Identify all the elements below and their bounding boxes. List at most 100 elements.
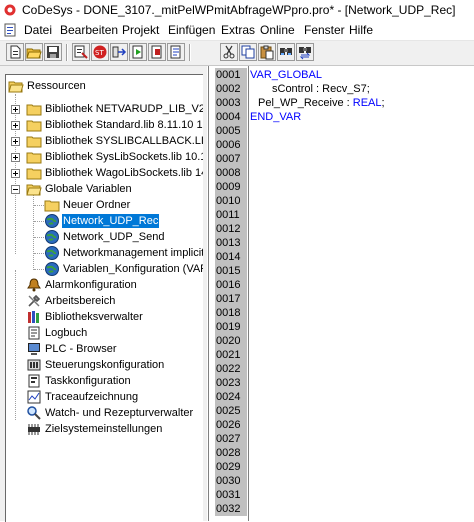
globe-icon (45, 262, 59, 276)
resource-tree[interactable]: Ressourcen Bibliothek NETVARUDP_LIB_V23.… (5, 74, 203, 522)
run-button[interactable] (129, 43, 147, 61)
line-number: 0031 (215, 488, 247, 502)
tree-item-label: Bibliothek WagoLibSockets.lib 14.5.1 (45, 167, 203, 179)
code-line-2[interactable]: sControl : Recv_S7; (272, 82, 370, 96)
globe-icon (45, 246, 59, 260)
cut-button[interactable] (220, 43, 238, 61)
line-number: 0013 (215, 236, 247, 250)
menu-projekt[interactable]: Projekt (122, 23, 159, 37)
tree-item-label: Traceaufzeichnung (45, 391, 139, 403)
expand-toggle[interactable] (11, 105, 20, 114)
line-number: 0012 (215, 222, 247, 236)
copy-icon (241, 45, 255, 59)
build-icon (74, 45, 88, 59)
tree-item-label: Logbuch (45, 327, 88, 339)
tree-item-label: Arbeitsbereich (45, 295, 116, 307)
save-button[interactable] (44, 43, 62, 61)
controller-config-icon (27, 359, 41, 371)
tree-line (15, 270, 16, 420)
line-number: 0016 (215, 278, 247, 292)
document-icon[interactable] (3, 23, 17, 37)
expand-toggle[interactable] (11, 137, 20, 146)
task-config-icon (28, 374, 40, 388)
menu-extras[interactable]: Extras (221, 23, 255, 37)
folder-open-icon (26, 184, 42, 196)
menu-online[interactable]: Online (260, 23, 295, 37)
find-button[interactable] (277, 43, 295, 61)
open-button[interactable] (25, 43, 43, 61)
cut-icon (223, 45, 235, 59)
expand-toggle[interactable] (11, 169, 20, 178)
expand-toggle[interactable] (11, 153, 20, 162)
code-identifier: Pel_WP_Receive : (258, 97, 353, 109)
tree-item-label: Bibliothek SysLibSockets.lib 10.12.19 (45, 151, 203, 163)
title-bar: CoDeSys - DONE_3107._mitPelWPmitAbfrageW… (0, 0, 474, 21)
menu-datei[interactable]: Datei (24, 23, 52, 37)
open-icon (26, 48, 42, 59)
editor-pane[interactable]: 0001 0002 0003 0004 0005 0006 0007 0008 0009 0010… (208, 66, 474, 521)
globe-icon (45, 214, 59, 228)
login-icon: ST (93, 45, 107, 59)
build-button[interactable] (72, 43, 90, 61)
copy-button[interactable] (239, 43, 257, 61)
code-line-4[interactable]: END_VAR (250, 110, 301, 124)
line-number: 0002 (215, 82, 247, 96)
expand-toggle[interactable] (11, 121, 20, 130)
tree-line (33, 190, 34, 270)
folder-icon (44, 200, 60, 212)
line-number: 0018 (215, 306, 247, 320)
line-number: 0004 (215, 110, 247, 124)
codesys-app-icon[interactable] (3, 3, 17, 17)
line-number: 0021 (215, 348, 247, 362)
stop-button[interactable] (148, 43, 166, 61)
folder-icon (26, 152, 42, 164)
line-number: 0027 (215, 432, 247, 446)
new-button[interactable] (6, 43, 24, 61)
tree-item-label: Network_UDP_Rec (62, 214, 160, 228)
step-icon (170, 45, 181, 59)
toolbar-separator (189, 44, 191, 61)
menu-hilfe[interactable]: Hilfe (349, 23, 373, 37)
replace-icon (299, 47, 311, 60)
tree-line (34, 237, 44, 238)
paste-button[interactable] (258, 43, 276, 61)
logout-icon (112, 46, 127, 58)
new-icon (10, 45, 21, 59)
menu-bar: Datei Bearbeiten Projekt Einfügen Extras… (0, 21, 474, 41)
tree-item-label: Neuer Ordner (63, 199, 131, 211)
line-number: 0025 (215, 404, 247, 418)
tree-item-label: Bibliothek Standard.lib 8.11.10 12:37 (45, 119, 203, 131)
code-line-3[interactable]: Pel_WP_Receive : REAL; (258, 96, 385, 110)
line-number: 0007 (215, 152, 247, 166)
line-number: 0006 (215, 138, 247, 152)
tools-icon (28, 294, 41, 307)
paste-icon (260, 45, 274, 60)
collapse-toggle[interactable] (11, 185, 20, 194)
tree-line (34, 269, 44, 270)
menu-fenster[interactable]: Fenster (304, 23, 345, 37)
library-icon (28, 311, 39, 323)
line-number: 0003 (215, 96, 247, 110)
line-number: 0010 (215, 194, 247, 208)
tree-item-label: Networkmanagement implicit Variables (63, 247, 203, 259)
tree-item-label: Bibliothek NETVARUDP_LIB_V23.LIB (45, 103, 203, 115)
step-button[interactable] (167, 43, 185, 61)
alarm-icon (27, 278, 41, 292)
tree-item-label: Bibliothek SYSLIBCALLBACK.LIB 8.11.10 (45, 135, 203, 147)
code-line-1[interactable]: VAR_GLOBAL (250, 68, 322, 82)
toolbar: ST (0, 41, 474, 66)
tree-line (34, 253, 44, 254)
menu-einfuegen[interactable]: Einfügen (168, 23, 215, 37)
login-button[interactable]: ST (91, 43, 109, 61)
tree-line (34, 205, 44, 206)
tree-item-label: Ressourcen (27, 80, 86, 92)
menu-bearbeiten[interactable]: Bearbeiten (60, 23, 118, 37)
line-number: 0029 (215, 460, 247, 474)
folder-open-icon (8, 81, 24, 93)
folder-icon (26, 136, 42, 148)
replace-button[interactable] (296, 43, 314, 61)
globe-icon (45, 230, 59, 244)
logout-button[interactable] (110, 43, 128, 61)
folder-icon (26, 168, 42, 180)
line-number: 0020 (215, 334, 247, 348)
